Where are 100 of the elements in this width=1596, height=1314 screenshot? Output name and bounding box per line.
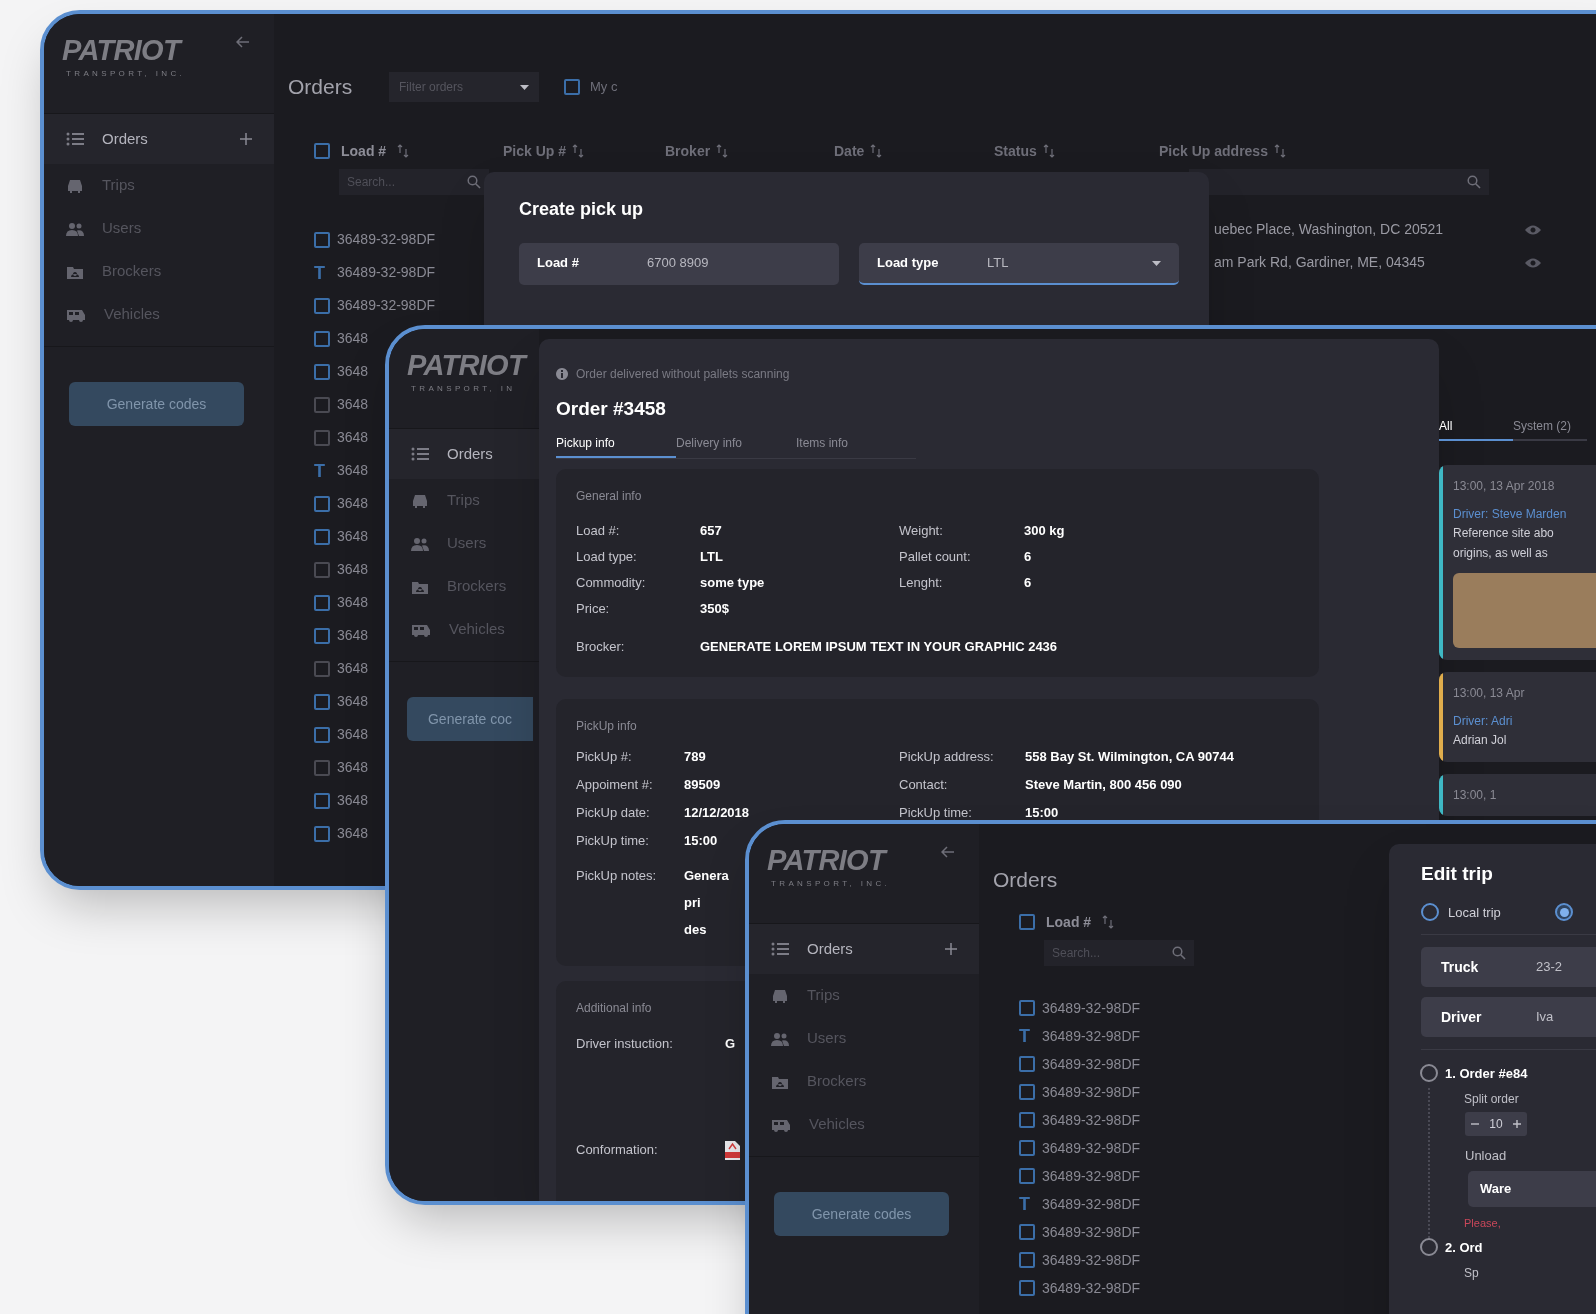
column-header[interactable]: Broker	[665, 140, 711, 162]
nav-item[interactable]: Brockers	[389, 565, 539, 608]
search-field[interactable]	[1189, 169, 1489, 195]
text-field[interactable]: Load # 6700 8909	[519, 243, 839, 285]
column-header[interactable]: Pick Up address	[1159, 140, 1268, 162]
author-name: Driver: Adri	[1453, 713, 1513, 730]
quantity-stepper[interactable]: 10	[1465, 1111, 1527, 1136]
select-field[interactable]: Load type LTL	[859, 243, 1179, 285]
section-title: PickUp info	[576, 717, 637, 735]
checkbox[interactable]	[1019, 914, 1035, 930]
column-header[interactable]: Load #	[341, 140, 387, 162]
pdf-file-icon	[725, 1140, 740, 1160]
timestamp: 13:00, 1	[1453, 787, 1497, 804]
checkbox[interactable]	[314, 143, 330, 159]
column-header[interactable]: Status	[994, 140, 1037, 162]
field-label: PickUp time:	[899, 803, 973, 822]
checkbox[interactable]	[1019, 1252, 1035, 1268]
nav-item[interactable]: Vehicles	[389, 608, 539, 651]
field-value: 89509	[684, 775, 721, 794]
field-label: Truck	[1441, 957, 1480, 977]
address-cell-text: uebec Place, Washington, DC 20521	[1214, 220, 1444, 239]
nav-item[interactable]: Trips	[44, 164, 274, 207]
panel-title: Edit trip	[1421, 862, 1493, 886]
load-number: 36489-32-98DF	[1042, 1110, 1141, 1130]
field-value: 15:00	[1025, 803, 1059, 822]
generate-codes-button[interactable]: Generate codes	[69, 382, 244, 426]
radio-button[interactable]	[1420, 1064, 1438, 1082]
column-header[interactable]: Pick Up #	[503, 140, 567, 162]
checkbox[interactable]	[314, 594, 330, 611]
info-icon	[556, 368, 568, 380]
text-field[interactable]: Truck 23-2	[1421, 947, 1596, 987]
radio-button[interactable]	[1421, 903, 1439, 922]
column-header[interactable]: Load #	[1046, 911, 1092, 933]
nav-item[interactable]: Brockers	[749, 1060, 979, 1103]
nav-item[interactable]: Orders	[389, 429, 539, 479]
checkbox[interactable]	[314, 693, 330, 710]
checkbox[interactable]	[314, 231, 330, 248]
nav-item[interactable]: Users	[749, 1017, 979, 1060]
users-icon	[66, 220, 84, 237]
page-title: Orders	[993, 867, 1058, 890]
checkbox[interactable]	[314, 495, 330, 512]
checkbox[interactable]	[314, 726, 330, 743]
sort-icon	[572, 144, 585, 158]
nav-item[interactable]: Vehicles	[44, 293, 274, 336]
checkbox[interactable]	[314, 297, 330, 314]
plus-icon[interactable]	[945, 943, 957, 955]
load-number: 3648	[337, 692, 369, 711]
checkbox[interactable]	[1019, 1112, 1035, 1128]
checkbox[interactable]	[1019, 1084, 1035, 1100]
checkbox[interactable]	[1019, 1140, 1035, 1156]
tab[interactable]: Items info	[796, 433, 916, 458]
checkbox[interactable]	[314, 330, 330, 347]
checkbox[interactable]	[1019, 1168, 1035, 1184]
nav-item[interactable]: Vehicles	[749, 1103, 979, 1146]
nav-item[interactable]: Users	[389, 522, 539, 565]
field-label: Commodity:	[576, 573, 647, 592]
nav-item[interactable]: Trips	[749, 974, 979, 1017]
eye-icon[interactable]	[1524, 223, 1542, 236]
checkbox[interactable]	[314, 528, 330, 545]
checkbox-label: My c	[590, 78, 618, 97]
back-arrow-icon[interactable]	[236, 36, 250, 48]
nav-item[interactable]: Brockers	[44, 250, 274, 293]
field-label: PickUp date:	[576, 803, 651, 822]
load-number: 3648	[337, 395, 369, 414]
plus-icon[interactable]	[1513, 1119, 1521, 1128]
nav-item[interactable]: Orders	[749, 924, 979, 974]
tab[interactable]: Delivery info	[676, 433, 796, 458]
list-icon	[66, 131, 84, 147]
checkbox[interactable]	[1019, 1000, 1035, 1016]
tab[interactable]: All	[1439, 417, 1513, 441]
nav-item[interactable]: Trips	[389, 479, 539, 522]
field-label: PickUp time:	[576, 831, 650, 850]
quantity-value: 10	[1489, 1115, 1503, 1133]
radio-button[interactable]	[1555, 903, 1573, 922]
field-value: G	[725, 1035, 736, 1054]
checkbox[interactable]	[1019, 1056, 1035, 1072]
eye-icon[interactable]	[1524, 256, 1542, 269]
checkbox[interactable]	[314, 825, 330, 842]
text-field[interactable]: Driver Iva	[1421, 997, 1596, 1037]
nav-item[interactable]: Orders	[44, 114, 274, 164]
checkbox[interactable]	[1019, 1224, 1035, 1240]
checkbox[interactable]	[314, 363, 330, 380]
caret-icon	[520, 84, 529, 90]
load-number: 3648	[337, 527, 369, 546]
checkbox[interactable]	[564, 79, 580, 95]
checkbox[interactable]	[314, 627, 330, 644]
checkbox[interactable]	[1019, 1280, 1035, 1296]
generate-codes-button[interactable]: Generate codes	[774, 1192, 949, 1236]
generate-codes-button[interactable]: Generate coc	[407, 697, 533, 741]
radio-button[interactable]	[1420, 1238, 1438, 1256]
tab[interactable]: System (2)	[1513, 417, 1587, 441]
checkbox[interactable]	[314, 792, 330, 809]
nav-item[interactable]: Users	[44, 207, 274, 250]
select-field[interactable]: Ware	[1468, 1171, 1596, 1207]
tab[interactable]: Pickup info	[556, 433, 676, 458]
load-number: 3648	[337, 791, 369, 810]
column-header[interactable]: Date	[834, 140, 865, 162]
page-title: Orders	[288, 74, 354, 101]
back-arrow-icon[interactable]	[941, 846, 955, 858]
plus-icon[interactable]	[240, 133, 252, 145]
